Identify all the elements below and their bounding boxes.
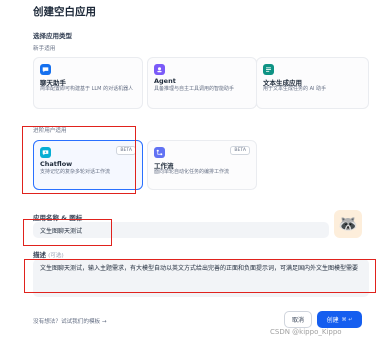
card-title: Agent	[154, 77, 176, 85]
workflow-icon	[154, 147, 165, 158]
chat-icon	[40, 64, 51, 75]
app-type-card-agent[interactable]: Agent 具备推理与自主工具调用的智能助手	[147, 57, 257, 109]
beta-badge: BETA	[230, 146, 250, 155]
page-title: 创建空白应用	[33, 6, 96, 18]
newbie-label: 新手适用	[33, 46, 56, 52]
description-label-group: 描述 (可选)	[33, 249, 64, 259]
agent-icon	[154, 64, 165, 75]
app-type-label: 选择应用类型	[33, 32, 72, 40]
card-description: 面向单轮自动化任务的编排工作流	[154, 169, 230, 175]
app-type-card-text-generation[interactable]: 文本生成应用 用于文本生成任务的 AI 助手	[256, 57, 369, 109]
card-description: 支持记忆的复杂多轮对话工作流	[40, 169, 111, 175]
app-name-input[interactable]: 文生图聊天测试	[33, 222, 329, 238]
watermark: CSDN @kippo_Kippo	[270, 328, 342, 336]
beta-badge: BETA	[116, 146, 136, 155]
card-description: 具备推理与自主工具调用的智能助手	[154, 86, 235, 92]
advanced-label: 进阶用户适用	[33, 128, 67, 134]
card-description: 简单配置即可构建基于 LLM 的对话机器人	[40, 86, 134, 92]
description-label: 描述	[33, 251, 46, 259]
card-description: 用于文本生成任务的 AI 助手	[263, 86, 327, 92]
text-generation-icon	[263, 64, 274, 75]
create-button[interactable]: 创建 ⌘ ↵	[317, 311, 362, 328]
app-type-card-chatflow[interactable]: BETA Chatflow 支持记忆的复杂多轮对话工作流	[33, 140, 143, 190]
app-icon-avatar[interactable]: 🦝	[334, 210, 362, 238]
card-title: Chatflow	[40, 160, 73, 168]
app-name-label: 应用名称 & 图标	[33, 214, 83, 222]
create-button-label: 创建	[326, 317, 339, 324]
description-textarea[interactable]: 文生图聊天测试，输入主题需求，有大模型自动以英文方式给出完善的正面和负面提示词，…	[33, 259, 369, 297]
chatflow-icon	[40, 147, 51, 158]
template-hint-link[interactable]: 没有想法？试试我们的模板 →	[33, 317, 107, 325]
cancel-button[interactable]: 取消	[284, 311, 312, 328]
app-type-card-workflow[interactable]: BETA 工作流 面向单轮自动化任务的编排工作流	[147, 140, 257, 190]
shortcut-hint: ⌘ ↵	[341, 316, 353, 323]
app-type-card-chat-assistant[interactable]: 聊天助手 简单配置即可构建基于 LLM 的对话机器人	[33, 57, 143, 109]
